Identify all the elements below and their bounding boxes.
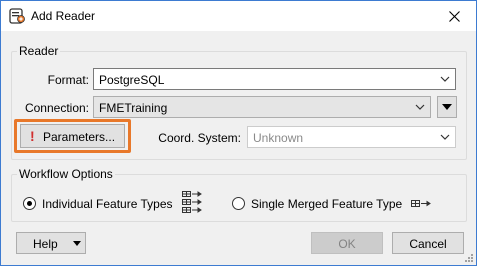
coord-system-label: Coord. System: [158,131,241,145]
individual-feature-types-label[interactable]: Individual Feature Types [42,197,173,211]
single-merged-feature-type-label[interactable]: Single Merged Feature Type [251,197,402,211]
reader-group-title: Reader [17,44,61,58]
triangle-down-icon [73,241,81,246]
ok-button-label: OK [338,237,356,251]
resize-grip-icon[interactable] [464,253,474,263]
individual-feature-types-icon [182,191,202,213]
format-select[interactable]: PostgreSQL [93,68,456,90]
warning-icon: ! [30,128,35,144]
connection-value: FMETraining [99,101,168,115]
cancel-button-label: Cancel [409,237,447,251]
coord-system-value: Unknown [253,131,304,145]
dialog-title: Add Reader [31,9,96,23]
close-button[interactable] [432,1,476,31]
help-button-label: Help [33,237,58,251]
format-value: PostgreSQL [99,73,165,87]
title-bar: Add Reader [1,1,476,31]
parameters-button[interactable]: ! Parameters... [20,124,125,148]
cancel-button[interactable]: Cancel [392,232,464,254]
connection-select[interactable]: FMETraining [93,96,431,118]
format-label: Format: [47,73,89,87]
connection-menu-button[interactable] [437,96,457,118]
add-reader-dialog: Add Reader Reader Format: PostgreSQL Con… [0,0,477,266]
chevron-down-icon [440,76,450,82]
close-icon [448,10,460,22]
connection-label: Connection: [24,101,89,115]
chevron-down-icon [440,134,450,140]
ok-button[interactable]: OK [311,232,383,254]
parameters-button-label: Parameters... [43,130,116,144]
single-merged-feature-type-radio[interactable] [232,197,245,210]
individual-feature-types-radio[interactable] [23,197,36,210]
coord-system-select[interactable]: Unknown [247,126,456,148]
workflow-options-title: Workflow Options [17,167,115,181]
add-reader-icon [9,8,25,24]
triangle-down-icon [442,104,452,110]
help-button[interactable]: Help [16,232,86,254]
single-merged-feature-type-icon [411,200,431,207]
chevron-down-icon [415,104,425,110]
